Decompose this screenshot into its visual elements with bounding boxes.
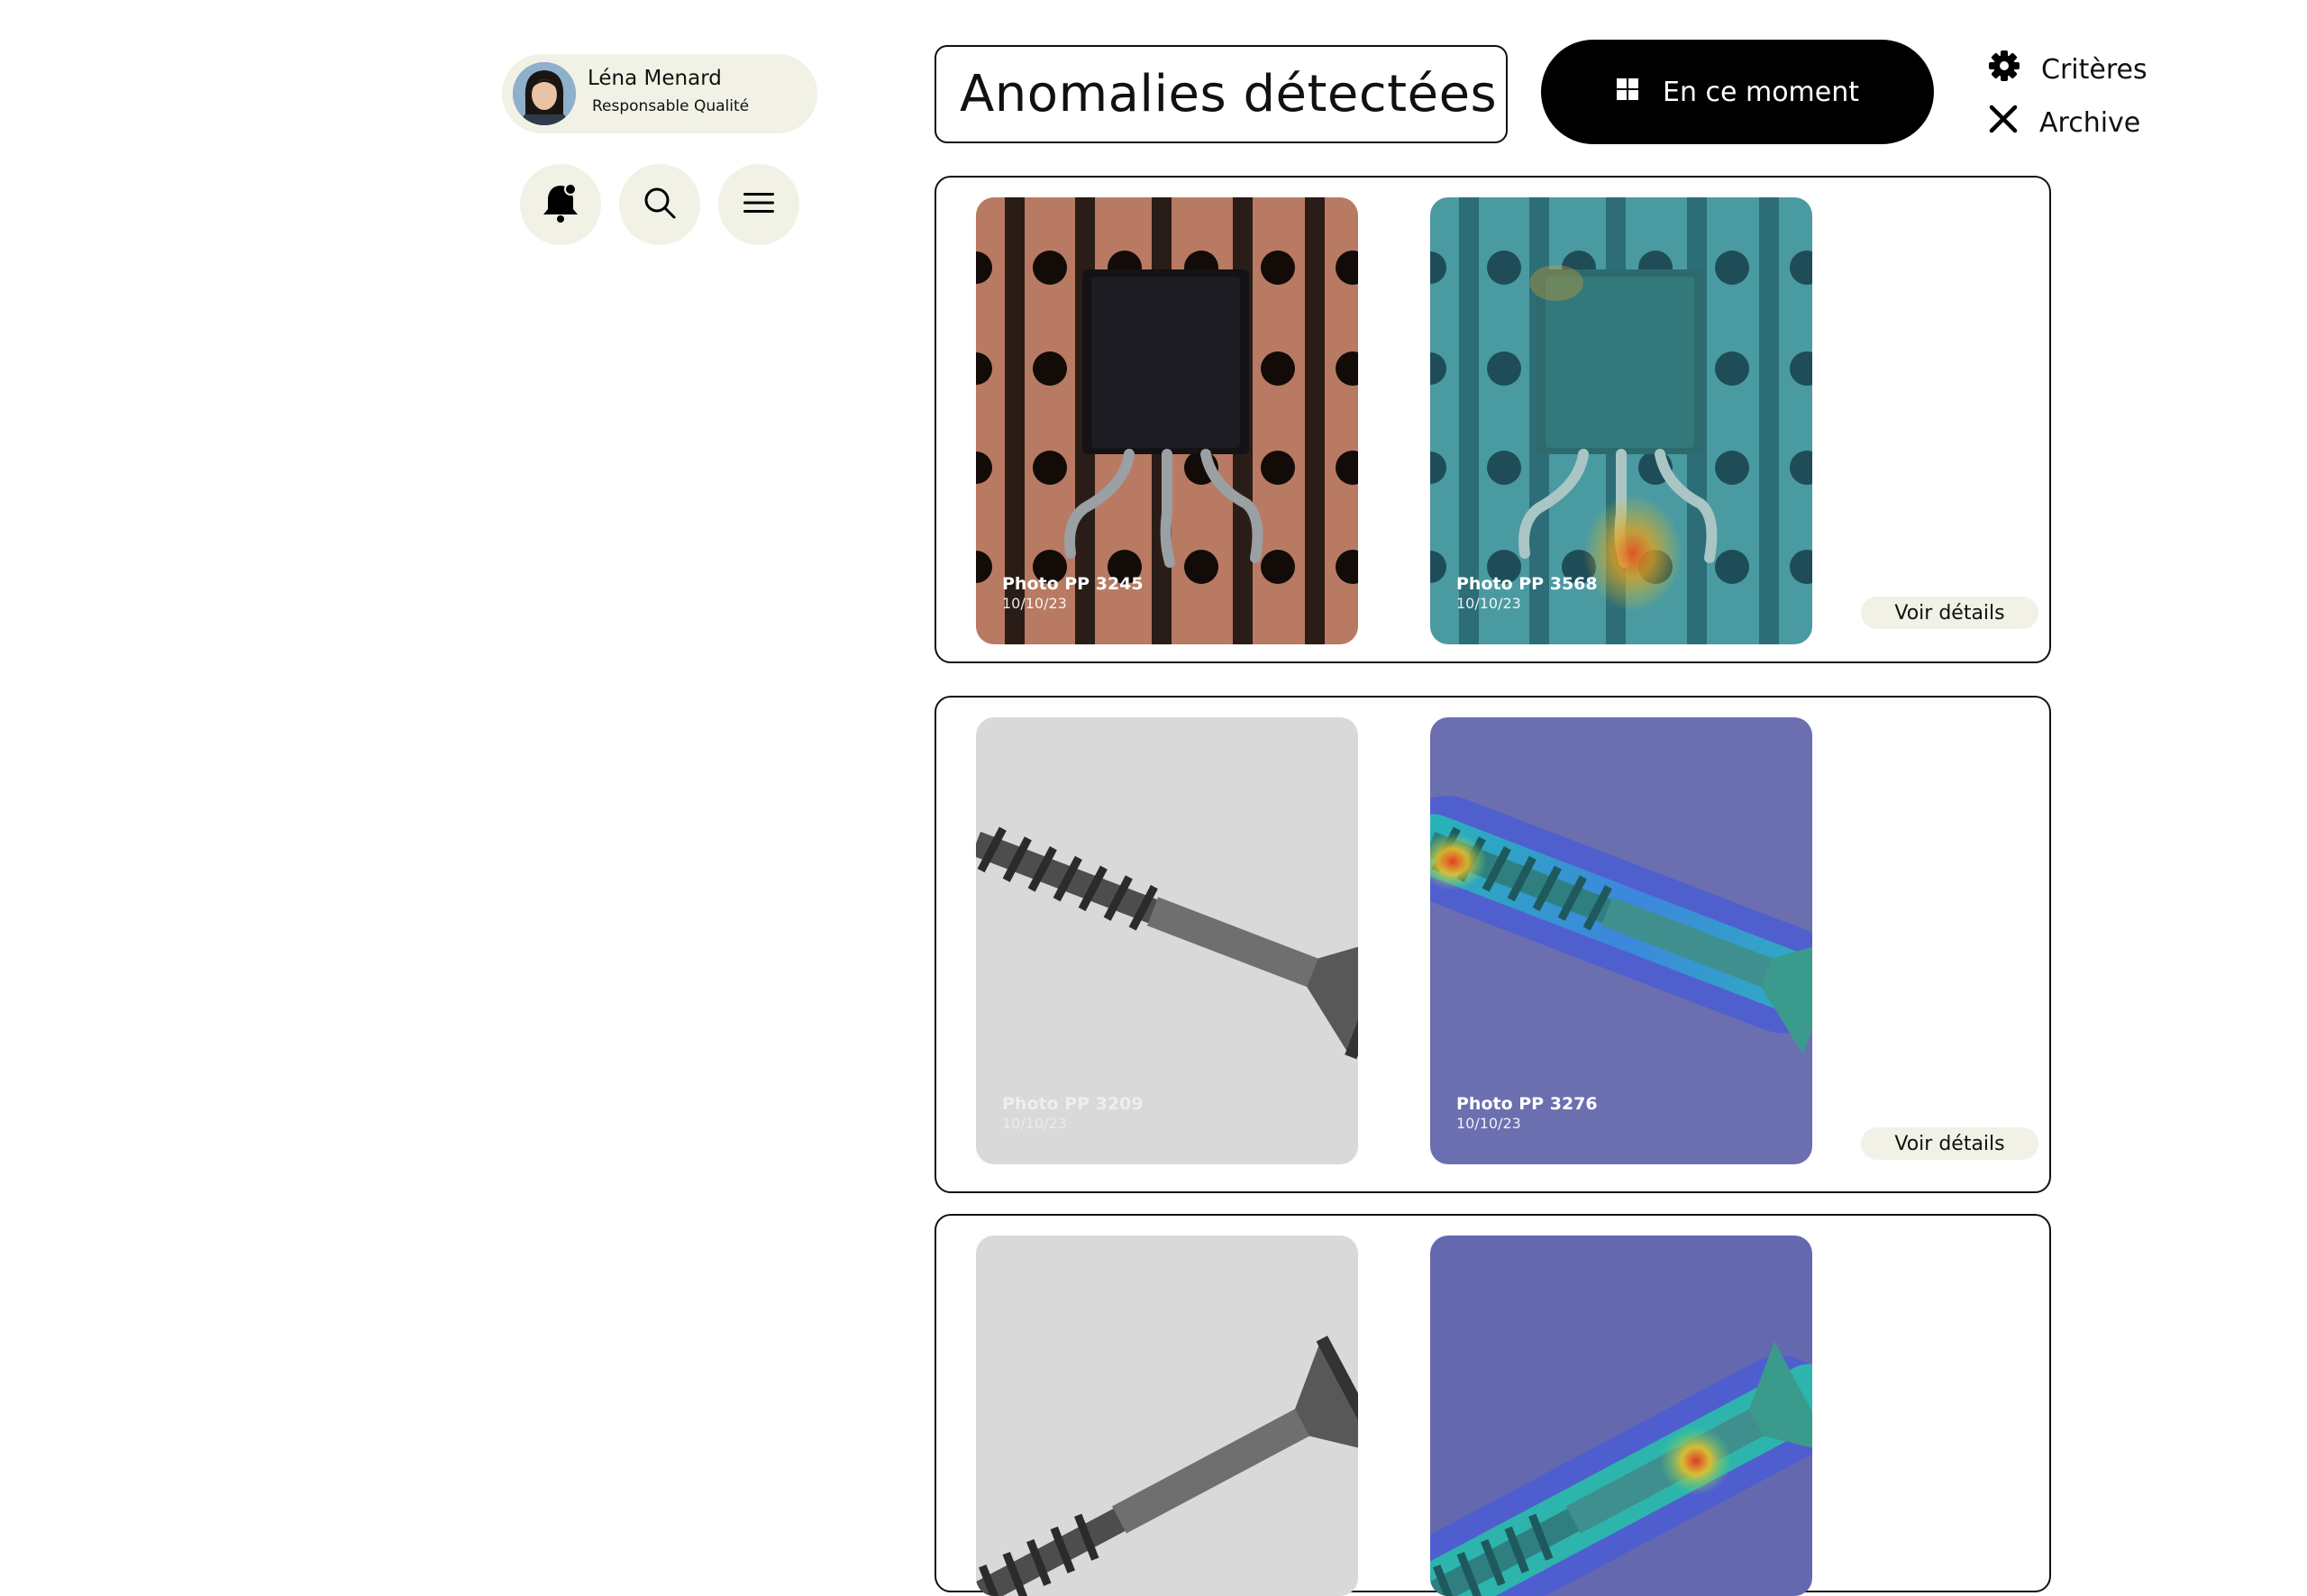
view-details-button[interactable]: Voir détails: [1861, 1127, 2038, 1160]
grid-icon: [1616, 77, 1639, 108]
view-details-button[interactable]: Voir détails: [1861, 597, 2038, 629]
avatar: [513, 62, 576, 125]
user-profile-chip[interactable]: Léna Menard Responsable Qualité: [502, 54, 817, 133]
criteria-label: Critères: [2041, 53, 2147, 86]
photo-date: 10/10/23: [1456, 595, 1521, 613]
heatmap-photo[interactable]: Photo PP 3276 10/10/23: [1430, 717, 1812, 1164]
photo-caption: Photo PP 3245 10/10/23: [1002, 573, 1144, 614]
heatmap-photo[interactable]: [1430, 1236, 1812, 1596]
original-photo[interactable]: Photo PP 3245 10/10/23: [976, 197, 1358, 644]
notifications-button[interactable]: [520, 164, 601, 245]
menu-button[interactable]: [718, 164, 799, 245]
gear-icon: [1987, 49, 2021, 90]
photo-caption: Photo PP 3209 10/10/23: [1002, 1093, 1144, 1134]
photo-date: 10/10/23: [1456, 1115, 1521, 1133]
anomaly-card: Photo PP 3209 10/10/23 Photo PP 3276 10/…: [935, 696, 2051, 1193]
criteria-link[interactable]: Critères: [1987, 49, 2147, 90]
photo-name: Photo PP 3568: [1456, 573, 1598, 594]
heatmap-photo[interactable]: Photo PP 3568 10/10/23: [1430, 197, 1812, 644]
now-button-label: En ce moment: [1662, 76, 1860, 108]
archive-link[interactable]: Archive: [1987, 103, 2140, 142]
anomaly-card: [935, 1214, 2051, 1596]
original-photo[interactable]: Photo PP 3209 10/10/23: [976, 717, 1358, 1164]
photo-name: Photo PP 3276: [1456, 1093, 1598, 1114]
search-button[interactable]: [619, 164, 700, 245]
original-photo[interactable]: [976, 1236, 1358, 1596]
photo-caption: Photo PP 3568 10/10/23: [1456, 573, 1598, 614]
bell-icon: [541, 182, 580, 227]
photo-caption: Photo PP 3276 10/10/23: [1456, 1093, 1598, 1134]
user-name: Léna Menard: [588, 67, 722, 90]
photo-name: Photo PP 3245: [1002, 573, 1144, 594]
archive-label: Archive: [2039, 106, 2141, 139]
photo-name: Photo PP 3209: [1002, 1093, 1144, 1114]
page-title: Anomalies détectées: [935, 45, 1508, 143]
hamburger-menu-icon: [742, 189, 776, 220]
close-icon: [1987, 103, 2020, 142]
anomaly-card: Photo PP 3245 10/10/23 Photo PP 3568 10/…: [935, 176, 2051, 663]
user-role: Responsable Qualité: [592, 97, 750, 115]
photo-date: 10/10/23: [1002, 595, 1067, 613]
now-button[interactable]: En ce moment: [1541, 40, 1934, 144]
search-icon: [642, 185, 678, 224]
photo-date: 10/10/23: [1002, 1115, 1067, 1133]
